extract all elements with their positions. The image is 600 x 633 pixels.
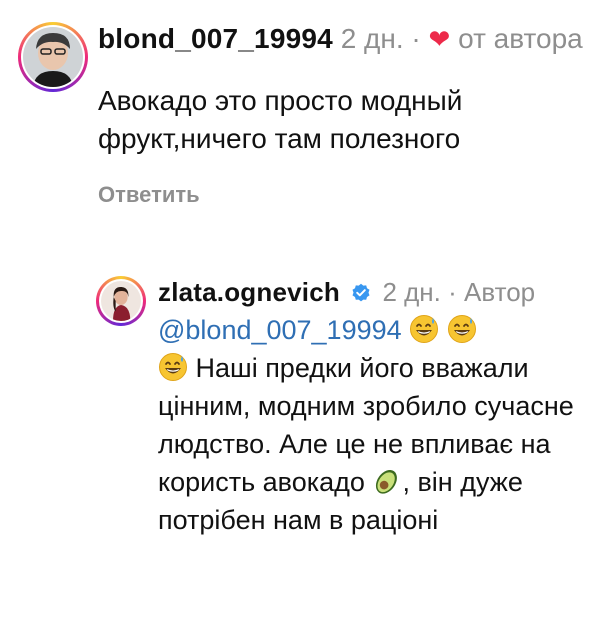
avocado-emoji-icon <box>376 469 398 494</box>
meta-separator: · <box>448 277 457 307</box>
heart-icon: ❤ <box>428 24 451 54</box>
comment-header: blond_007_19994 2 дн. · ❤ от автора <box>98 20 588 58</box>
comment-time: 2 дн. <box>382 277 441 307</box>
comment-time: 2 дн. <box>340 23 404 54</box>
verified-badge-icon <box>352 283 370 302</box>
reply-text: @blond_007_19994 Наші предки його вважал… <box>158 311 588 539</box>
sweat-smile-emoji-icon <box>159 353 187 381</box>
comment-header: zlata.ognevich 2 дн. · Автор <box>158 276 588 308</box>
author-label: Автор <box>464 277 536 307</box>
comment-username[interactable]: blond_007_19994 <box>98 23 333 54</box>
comment-username[interactable]: zlata.ognevich <box>158 277 340 307</box>
commenter-avatar[interactable] <box>18 22 88 92</box>
comment-text: Авокадо это просто модный фрукт,ничего т… <box>98 85 463 154</box>
mention-link[interactable]: @blond_007_19994 <box>158 315 402 345</box>
author-avatar[interactable] <box>96 276 146 326</box>
liked-by-author-label: от автора <box>458 23 583 54</box>
user-avatar-icon <box>23 27 83 87</box>
sweat-smile-emoji-icon <box>410 315 439 343</box>
meta-separator: · <box>411 23 421 54</box>
sweat-smile-emoji-icon <box>447 315 476 343</box>
author-avatar-icon <box>101 281 141 321</box>
reply-button[interactable]: Ответить <box>98 182 200 208</box>
